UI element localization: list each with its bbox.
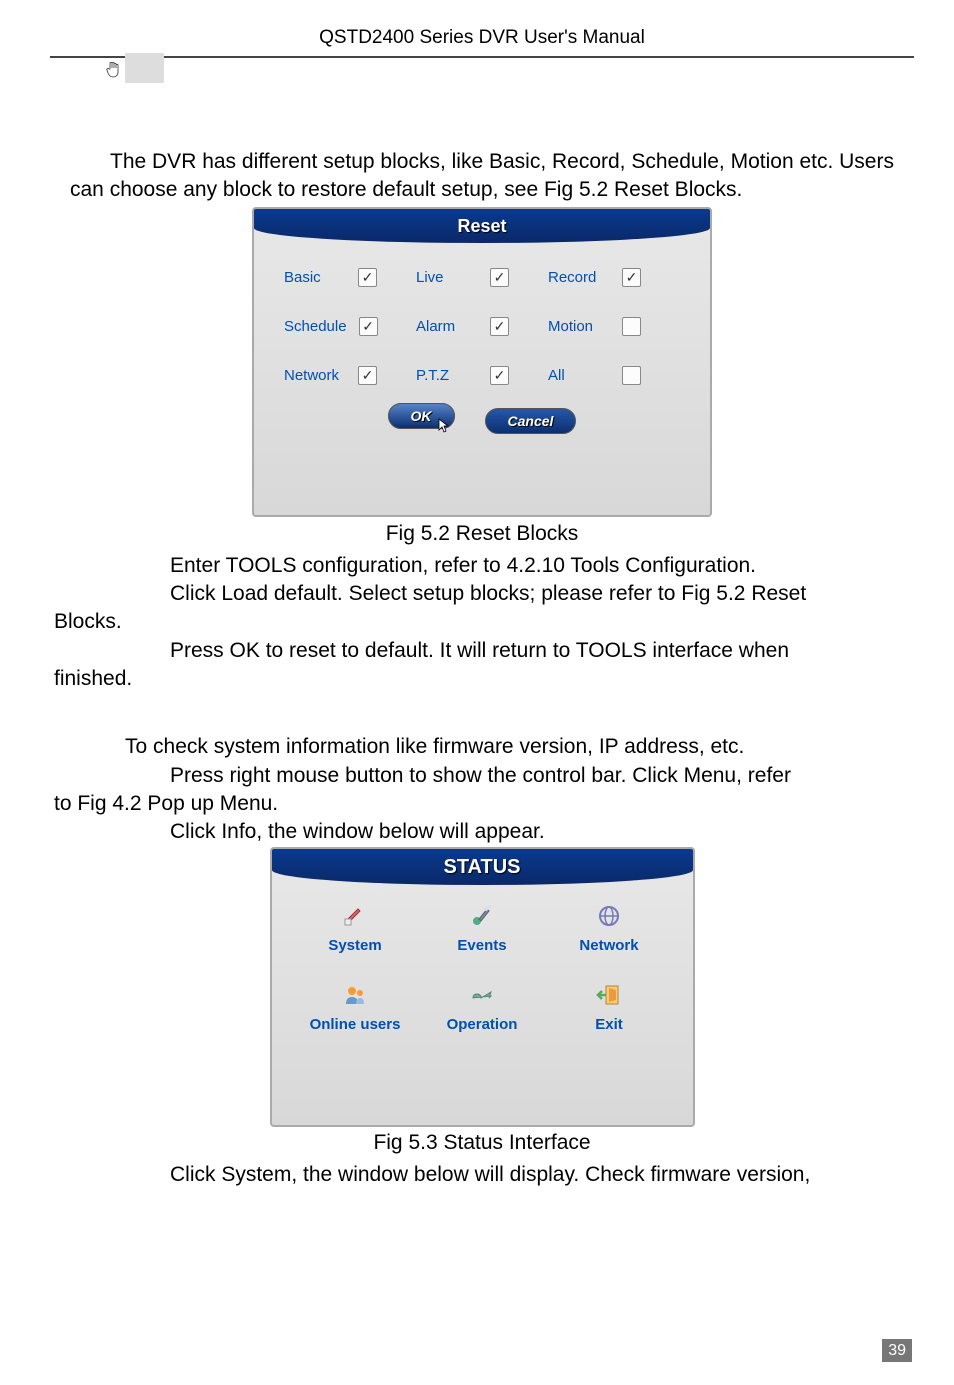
paragraph-3b: Blocks. [54, 608, 914, 636]
reset-option-schedule: Schedule ✓ [284, 317, 416, 336]
figure-caption-1: Fig 5.2 Reset Blocks [50, 522, 914, 546]
status-label-events: Events [419, 937, 546, 954]
checkbox-network[interactable]: ✓ [358, 366, 377, 385]
reset-label-alarm: Alarm [416, 318, 478, 335]
system-icon [339, 900, 371, 932]
reset-option-motion: Motion [548, 317, 680, 336]
checkbox-alarm[interactable]: ✓ [490, 317, 509, 336]
checkbox-basic[interactable]: ✓ [358, 268, 377, 287]
header-rule [50, 56, 914, 58]
paragraph-8: Click System, the window below will disp… [170, 1161, 909, 1189]
reset-panel-title: Reset [254, 209, 710, 243]
reset-label-basic: Basic [284, 269, 346, 286]
status-panel-title: STATUS [272, 849, 693, 885]
status-item-operation[interactable]: Operation [419, 979, 546, 1033]
events-icon [466, 900, 498, 932]
online-users-icon [339, 979, 371, 1011]
reset-option-live: Live ✓ [416, 268, 548, 287]
paragraph-3a: Click Load default. Select setup blocks;… [170, 580, 909, 608]
reset-panel: Reset Basic ✓ Live ✓ Record ✓ Schedule ✓ [252, 207, 712, 517]
status-item-system[interactable]: System [292, 900, 419, 954]
status-item-online-users[interactable]: Online users [292, 979, 419, 1033]
checkbox-schedule[interactable]: ✓ [359, 317, 378, 336]
checkbox-ptz[interactable]: ✓ [490, 366, 509, 385]
reset-option-ptz: P.T.Z ✓ [416, 366, 548, 385]
reset-option-alarm: Alarm ✓ [416, 317, 548, 336]
status-item-network[interactable]: Network [546, 900, 673, 954]
network-icon [593, 900, 625, 932]
reset-option-network: Network ✓ [284, 366, 416, 385]
figure-caption-2: Fig 5.3 Status Interface [50, 1131, 914, 1155]
reset-option-basic: Basic ✓ [284, 268, 416, 287]
status-label-exit: Exit [546, 1016, 673, 1033]
paragraph-2: Enter TOOLS configuration, refer to 4.2.… [170, 552, 909, 580]
paragraph-4b: finished. [54, 665, 914, 693]
paragraph-6b: to Fig 4.2 Pop up Menu. [54, 790, 914, 818]
reset-option-record: Record ✓ [548, 268, 680, 287]
paragraph-7: Click Info, the window below will appear… [170, 818, 909, 846]
reset-label-record: Record [548, 269, 610, 286]
paragraph-1: The DVR has different setup blocks, like… [70, 148, 914, 205]
exit-icon [593, 979, 625, 1011]
checkbox-record[interactable]: ✓ [622, 268, 641, 287]
status-label-online-users: Online users [292, 1016, 419, 1033]
paragraph-6a: Press right mouse button to show the con… [170, 762, 909, 790]
reset-label-schedule: Schedule [284, 318, 347, 335]
status-item-exit[interactable]: Exit [546, 979, 673, 1033]
reset-label-motion: Motion [548, 318, 610, 335]
reset-label-ptz: P.T.Z [416, 367, 478, 384]
reset-label-live: Live [416, 269, 478, 286]
status-label-operation: Operation [419, 1016, 546, 1033]
gray-placeholder-box [125, 53, 164, 83]
checkbox-live[interactable]: ✓ [490, 268, 509, 287]
operation-icon [466, 979, 498, 1011]
status-label-system: System [292, 937, 419, 954]
status-panel: STATUS System Events [270, 847, 695, 1127]
cancel-button[interactable]: Cancel [485, 408, 577, 434]
reset-label-all: All [548, 367, 610, 384]
checkbox-motion[interactable] [622, 317, 641, 336]
paragraph-5: To check system information like firmwar… [85, 733, 914, 761]
paragraph-4a: Press OK to reset to default. It will re… [170, 637, 909, 665]
hand-cursor-icon [105, 60, 121, 83]
page-number: 39 [882, 1339, 912, 1362]
reset-label-network: Network [284, 367, 346, 384]
checkbox-all[interactable] [622, 366, 641, 385]
reset-option-all: All [548, 366, 680, 385]
status-item-events[interactable]: Events [419, 900, 546, 954]
status-label-network: Network [546, 937, 673, 954]
page-header-title: QSTD2400 Series DVR User's Manual [50, 27, 914, 49]
arrow-cursor-icon [438, 418, 452, 437]
